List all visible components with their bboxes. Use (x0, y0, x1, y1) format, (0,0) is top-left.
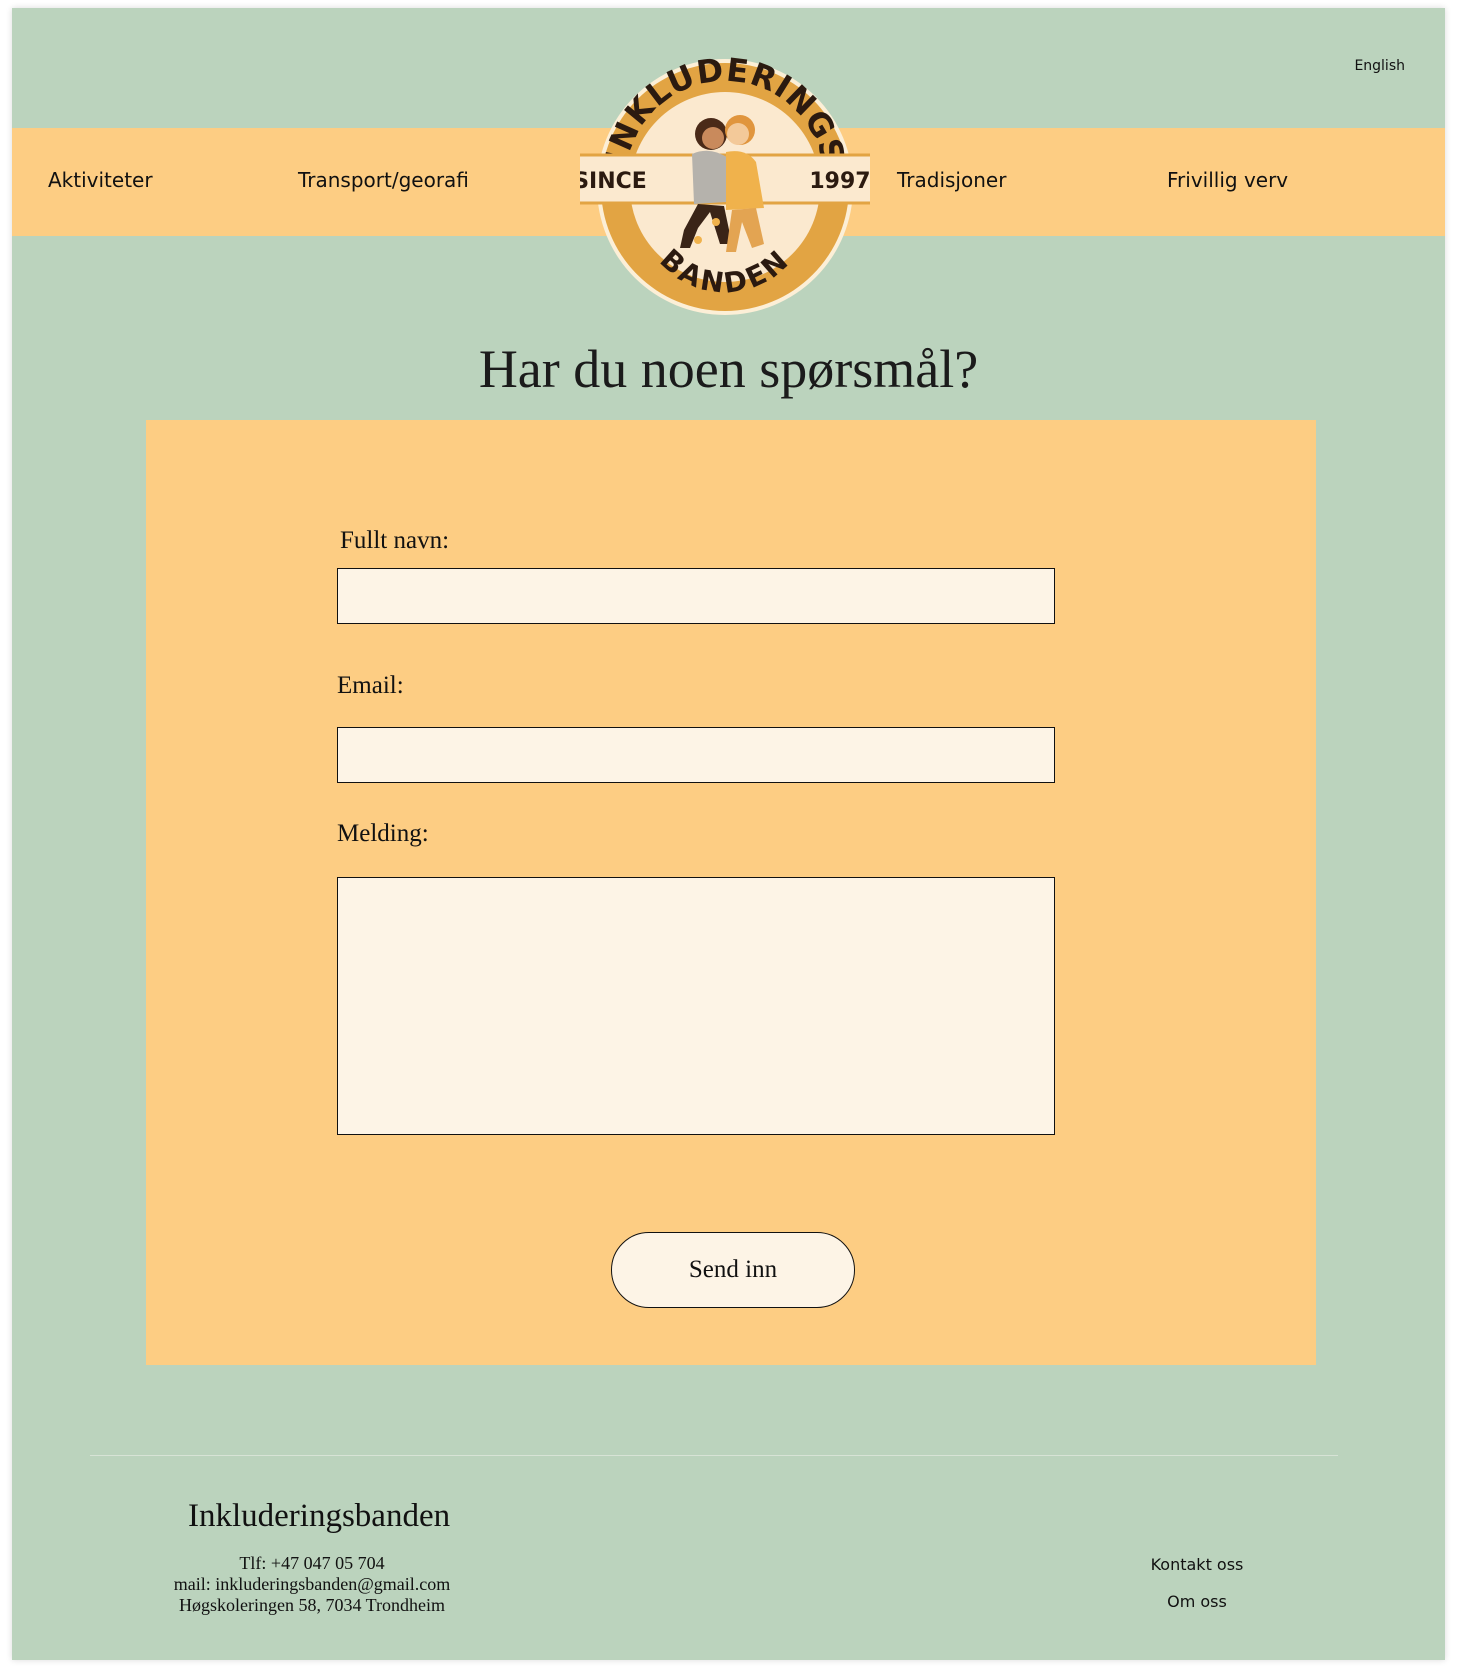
message-textarea[interactable] (337, 877, 1055, 1135)
footer-address: Høgskoleringen 58, 7034 Trondheim (178, 1595, 445, 1615)
logo-year-text: 1997 (809, 169, 870, 194)
footer-link-om-oss[interactable]: Om oss (1112, 1592, 1282, 1611)
submit-button[interactable]: Send inn (611, 1232, 855, 1308)
footer-org-name: Inkluderingsbanden (188, 1498, 451, 1534)
footer-email: mail: inkluderingsbanden@gmail.com (173, 1574, 451, 1594)
name-input[interactable] (337, 568, 1055, 624)
nav-item-transport[interactable]: Transport/georafi (298, 168, 469, 192)
nav-item-aktiviteter[interactable]: Aktiviteter (48, 168, 153, 192)
logo[interactable]: INKLUDERINGS BANDEN SINCE 1997 (580, 52, 870, 322)
nav-item-tradisjoner[interactable]: Tradisjoner (897, 168, 1006, 192)
footer-phone: Tlf: +47 047 05 704 (239, 1553, 385, 1573)
email-input[interactable] (337, 727, 1055, 783)
page: English Aktiviteter Transport/georafi Tr… (12, 8, 1445, 1660)
footer-link-kontakt-oss[interactable]: Kontakt oss (1112, 1555, 1282, 1574)
contact-form: Fullt navn: Email: Melding: Send inn (146, 420, 1316, 1365)
footer-divider (90, 1455, 1338, 1456)
nav-item-frivillig-verv[interactable]: Frivillig verv (1167, 168, 1288, 192)
email-label: Email: (337, 672, 404, 699)
name-label: Fullt navn: (340, 527, 450, 554)
language-switch-link[interactable]: English (1354, 58, 1405, 74)
page-title: Har du noen spørsmål? (478, 339, 979, 399)
message-label: Melding: (337, 820, 429, 847)
logo-since-text: SINCE (580, 169, 647, 194)
